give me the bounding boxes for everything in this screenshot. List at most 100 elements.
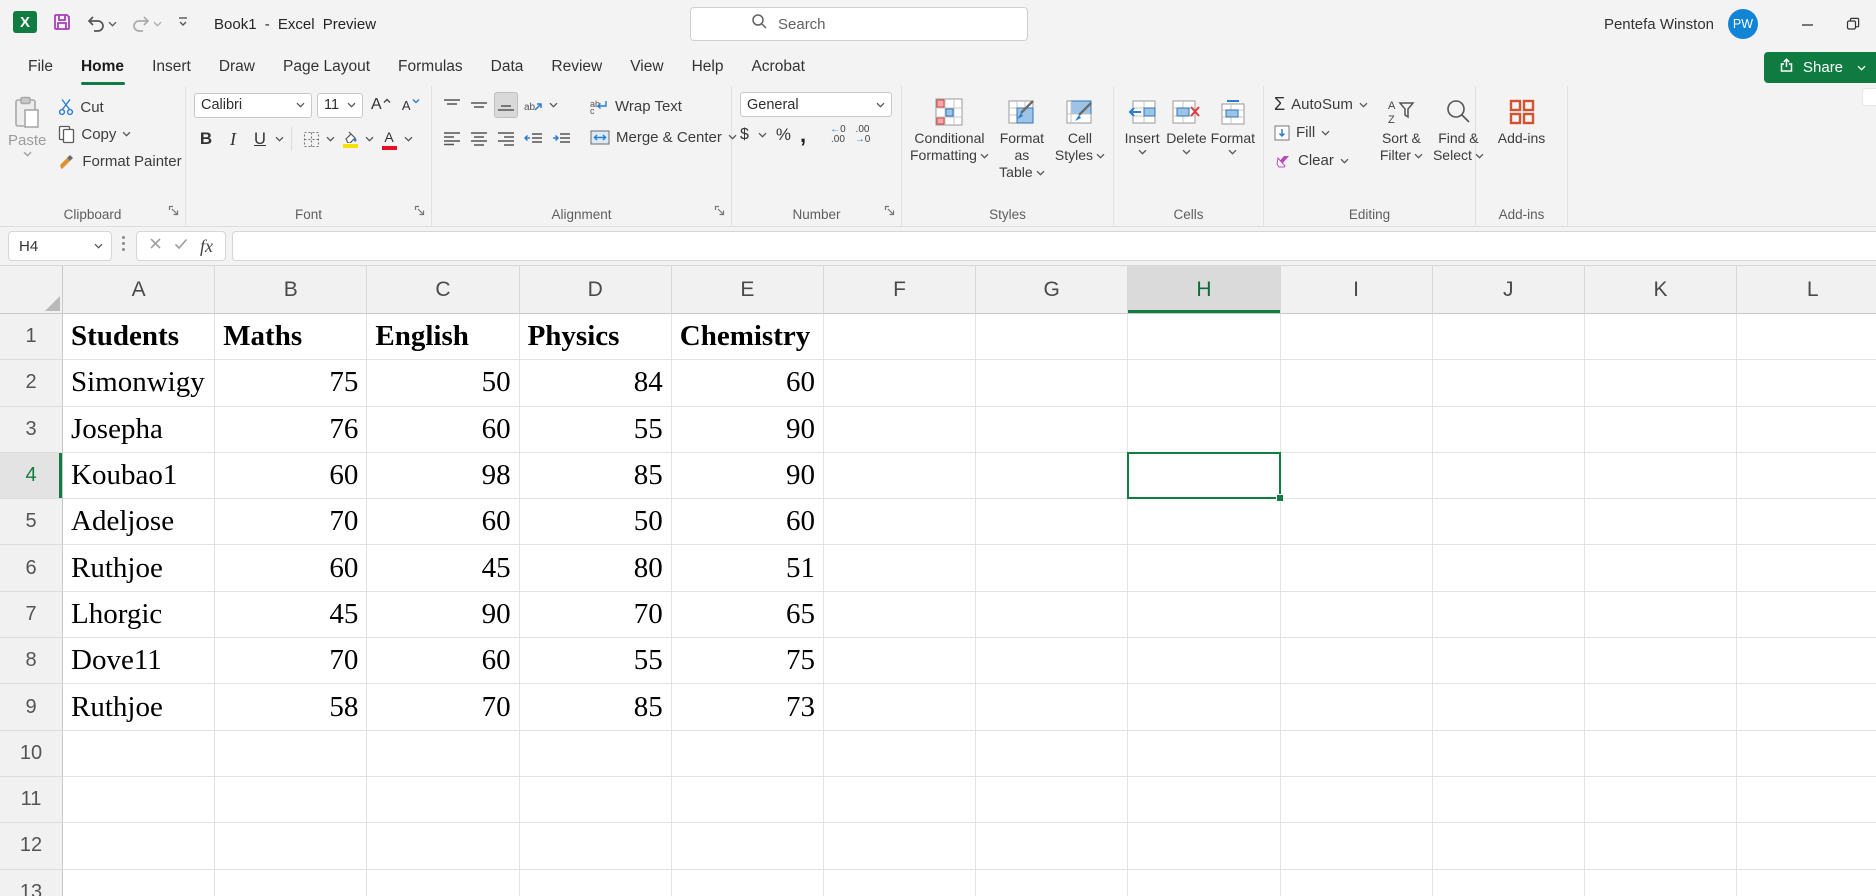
sort-filter-dropdown-icon[interactable] <box>1414 153 1423 159</box>
cell-J7[interactable] <box>1432 591 1585 639</box>
cell-A1[interactable]: Students <box>63 314 216 361</box>
cell-H7[interactable] <box>1128 591 1281 639</box>
underline-dropdown-icon[interactable] <box>275 136 284 142</box>
cell-E3[interactable]: 90 <box>671 406 824 453</box>
cell-E8[interactable]: 75 <box>671 638 824 685</box>
cell-C13[interactable] <box>367 869 520 896</box>
cell-C2[interactable]: 50 <box>367 360 520 407</box>
clear-dropdown-icon[interactable] <box>1340 158 1349 164</box>
cell-E12[interactable] <box>671 823 824 870</box>
cell-G1[interactable] <box>976 314 1129 361</box>
cell-L3[interactable] <box>1737 407 1876 453</box>
cell-I6[interactable] <box>1280 545 1433 592</box>
cut-button[interactable]: Cut <box>54 94 185 120</box>
number-format-combo[interactable]: General <box>740 92 892 117</box>
font-size-combo[interactable]: 11 <box>317 92 363 118</box>
addins-button[interactable]: Add-ins <box>1487 92 1557 147</box>
redo-button[interactable] <box>131 15 162 33</box>
cell-C10[interactable] <box>367 730 520 777</box>
cell-F13[interactable] <box>824 869 977 896</box>
copy-button[interactable]: Copy <box>54 121 185 147</box>
row-header-11[interactable]: 11 <box>0 776 63 824</box>
search-input[interactable]: Search <box>690 7 1028 41</box>
column-header-K[interactable]: K <box>1584 266 1738 314</box>
conditional-formatting-button[interactable]: Conditional Formatting <box>910 92 989 164</box>
cell-F6[interactable] <box>823 545 977 592</box>
cell-A10[interactable] <box>63 730 216 777</box>
cell-styles-dropdown-icon[interactable] <box>1096 153 1105 159</box>
fill-color-dropdown-icon[interactable] <box>365 136 374 142</box>
cell-L10[interactable] <box>1737 731 1876 777</box>
cell-D11[interactable] <box>519 776 672 824</box>
cell-A5[interactable]: Adeljose <box>63 499 216 546</box>
cell-J13[interactable] <box>1433 869 1585 896</box>
bottom-align-button[interactable] <box>494 92 518 118</box>
cell-B5[interactable]: 70 <box>215 499 368 546</box>
cell-G13[interactable] <box>976 869 1129 896</box>
cell-L4[interactable] <box>1737 453 1876 500</box>
insert-function-icon[interactable]: fx <box>200 236 213 257</box>
cell-B2[interactable]: 75 <box>215 360 368 407</box>
cell-G11[interactable] <box>976 776 1129 824</box>
tab-formulas[interactable]: Formulas <box>384 48 477 86</box>
cell-C6[interactable]: 45 <box>367 545 520 592</box>
cell-A11[interactable] <box>63 776 216 824</box>
column-header-F[interactable]: F <box>823 266 977 314</box>
tab-acrobat[interactable]: Acrobat <box>737 48 818 86</box>
row-header-2[interactable]: 2 <box>0 360 63 407</box>
cell-styles-button[interactable]: Cell Styles <box>1055 92 1105 164</box>
cell-A12[interactable] <box>63 823 216 870</box>
cell-J2[interactable] <box>1432 360 1585 407</box>
font-dialog-launcher-icon[interactable] <box>414 203 425 221</box>
cell-B7[interactable]: 45 <box>215 591 368 639</box>
tab-page-layout[interactable]: Page Layout <box>269 48 384 86</box>
percent-button[interactable]: % <box>776 125 791 145</box>
format-cells-button[interactable]: Format <box>1211 92 1255 155</box>
cell-A3[interactable]: Josepha <box>63 406 216 453</box>
cell-L6[interactable] <box>1737 545 1876 592</box>
copy-dropdown-icon[interactable] <box>122 131 131 137</box>
cell-K12[interactable] <box>1584 823 1738 870</box>
font-color-button[interactable]: A <box>377 126 401 152</box>
decrease-font-size-button[interactable]: A <box>399 92 423 118</box>
fill-button[interactable]: Fill <box>1272 120 1370 145</box>
paste-dropdown-icon[interactable] <box>23 151 32 157</box>
cell-J3[interactable] <box>1432 406 1585 453</box>
row-header-10[interactable]: 10 <box>0 730 63 777</box>
italic-button[interactable]: I <box>221 126 245 152</box>
align-left-button[interactable] <box>440 126 464 152</box>
cell-A9[interactable]: Ruthjoe <box>63 684 216 731</box>
cell-K10[interactable] <box>1584 730 1738 777</box>
align-right-button[interactable] <box>494 126 518 152</box>
name-box-dropdown-icon[interactable] <box>94 243 103 249</box>
cell-K1[interactable] <box>1584 314 1738 361</box>
cell-I12[interactable] <box>1280 823 1433 870</box>
cell-B13[interactable] <box>215 869 368 896</box>
cell-K6[interactable] <box>1584 545 1738 592</box>
cell-K8[interactable] <box>1584 638 1738 685</box>
decrease-indent-button[interactable] <box>521 126 546 152</box>
cell-A7[interactable]: Lhorgic <box>63 591 216 639</box>
autosum-dropdown-icon[interactable] <box>1359 102 1368 108</box>
cell-H13[interactable] <box>1128 869 1281 896</box>
tab-file[interactable]: File <box>14 48 67 86</box>
cell-C11[interactable] <box>367 776 520 824</box>
format-painter-button[interactable]: Format Painter <box>54 148 185 174</box>
clear-button[interactable]: Clear <box>1272 148 1370 173</box>
cell-L13[interactable] <box>1737 870 1876 896</box>
fill-color-button[interactable] <box>338 126 362 152</box>
minimize-button[interactable] <box>1784 0 1830 48</box>
row-header-13[interactable]: 13 <box>0 869 63 896</box>
save-icon[interactable] <box>52 12 72 37</box>
cell-D6[interactable]: 80 <box>519 545 672 592</box>
row-header-8[interactable]: 8 <box>0 638 63 685</box>
cell-J5[interactable] <box>1432 499 1585 546</box>
row-header-12[interactable]: 12 <box>0 823 63 870</box>
enter-icon[interactable] <box>174 237 188 255</box>
bold-button[interactable]: B <box>194 126 218 152</box>
merge-center-button[interactable]: Merge & Center <box>586 126 741 148</box>
formula-input[interactable] <box>232 231 1876 261</box>
row-header-7[interactable]: 7 <box>0 591 63 639</box>
cell-G7[interactable] <box>976 591 1129 639</box>
clipboard-dialog-launcher-icon[interactable] <box>168 203 179 221</box>
